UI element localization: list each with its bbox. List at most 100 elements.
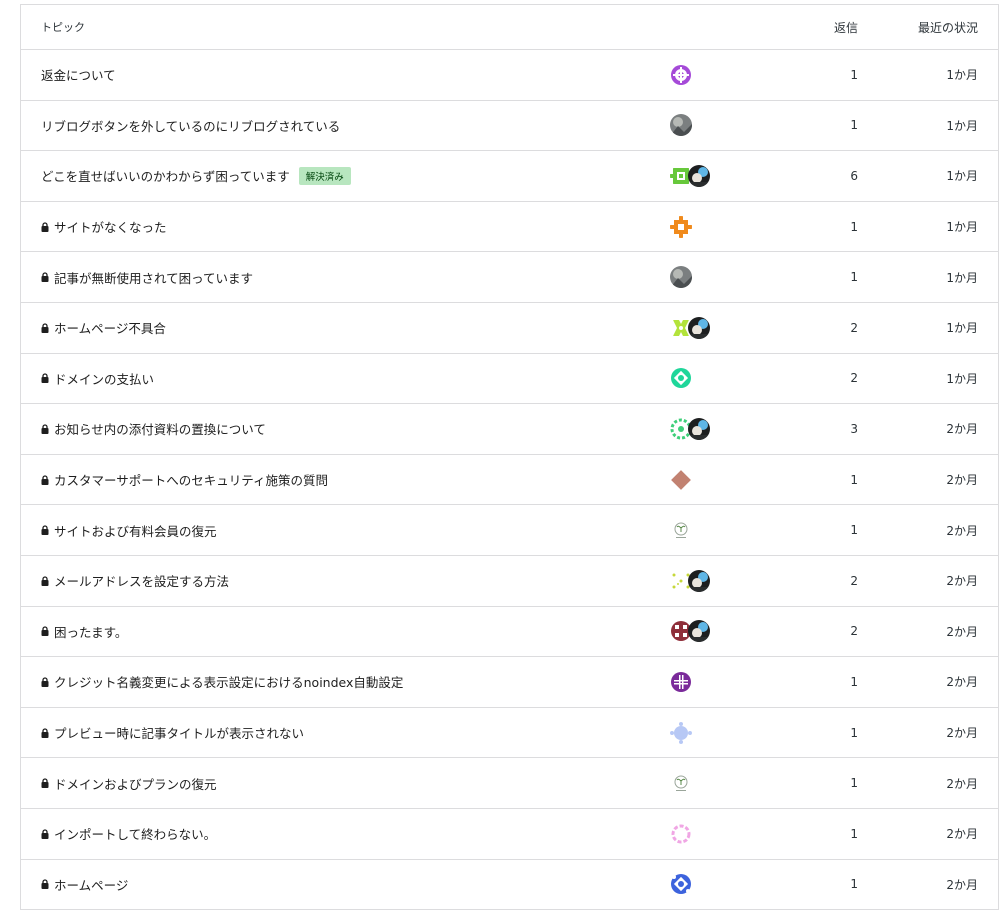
avatar[interactable] bbox=[670, 873, 692, 895]
avatar[interactable] bbox=[688, 620, 710, 642]
avatar[interactable] bbox=[670, 823, 692, 845]
topic-row[interactable]: お知らせ内の添付資料の置換について32か月 bbox=[21, 404, 998, 455]
reply-count: 1 bbox=[758, 68, 858, 82]
topic-row[interactable]: ドメインおよびプランの復元 12か月 bbox=[21, 758, 998, 809]
avatar[interactable] bbox=[670, 722, 692, 744]
topic-row[interactable]: サイトがなくなった 11か月 bbox=[21, 202, 998, 253]
topic-row[interactable]: クレジット名義変更による表示設定におけるnoindex自動設定 12か月 bbox=[21, 657, 998, 708]
last-activity[interactable]: 1か月 bbox=[858, 117, 998, 134]
topic-row[interactable]: 返金について 11か月 bbox=[21, 50, 998, 101]
topic-row[interactable]: 困ったます。22か月 bbox=[21, 607, 998, 658]
reply-count: 1 bbox=[758, 220, 858, 234]
participants-cell bbox=[670, 114, 758, 136]
topic-cell: ドメインおよびプランの復元 bbox=[21, 774, 670, 793]
avatar[interactable] bbox=[670, 671, 692, 693]
topic-title-link[interactable]: 記事が無断使用されて困っています bbox=[54, 268, 253, 287]
avatar[interactable] bbox=[670, 367, 692, 389]
topic-cell: 返金について bbox=[21, 65, 670, 84]
topic-cell: メールアドレスを設定する方法 bbox=[21, 571, 670, 590]
topic-title-link[interactable]: メールアドレスを設定する方法 bbox=[54, 571, 229, 590]
topic-row[interactable]: ホームページ不具合 21か月 bbox=[21, 303, 998, 354]
topic-row[interactable]: メールアドレスを設定する方法22か月 bbox=[21, 556, 998, 607]
last-activity[interactable]: 2か月 bbox=[858, 876, 998, 893]
topic-cell: リブログボタンを外しているのにリブログされている bbox=[21, 116, 670, 135]
topic-cell: カスタマーサポートへのセキュリティ施策の質問 bbox=[21, 470, 670, 489]
topic-row[interactable]: カスタマーサポートへのセキュリティ施策の質問12か月 bbox=[21, 455, 998, 506]
avatar[interactable] bbox=[670, 519, 692, 541]
avatar[interactable] bbox=[670, 772, 692, 794]
topic-title-link[interactable]: お知らせ内の添付資料の置換について bbox=[54, 419, 266, 438]
reply-count: 1 bbox=[758, 523, 858, 537]
topic-title-link[interactable]: ホームページ bbox=[54, 875, 128, 894]
avatar[interactable] bbox=[688, 165, 710, 187]
lock-icon bbox=[41, 525, 49, 535]
topic-row[interactable]: ホームページ12か月 bbox=[21, 860, 998, 910]
topic-cell: サイトおよび有料会員の復元 bbox=[21, 521, 670, 540]
header-topic: トピック bbox=[21, 19, 670, 35]
topic-title-link[interactable]: ドメインの支払い bbox=[54, 369, 154, 388]
avatar[interactable] bbox=[670, 469, 692, 491]
avatar[interactable] bbox=[670, 266, 692, 288]
reply-count: 1 bbox=[758, 776, 858, 790]
topic-title-link[interactable]: インポートして終わらない。 bbox=[54, 824, 216, 843]
reply-count: 1 bbox=[758, 675, 858, 689]
reply-count: 2 bbox=[758, 371, 858, 385]
last-activity[interactable]: 2か月 bbox=[858, 471, 998, 488]
topic-title-link[interactable]: リブログボタンを外しているのにリブログされている bbox=[41, 116, 340, 135]
header-activity: 最近の状況 bbox=[858, 19, 998, 36]
lock-icon bbox=[41, 475, 49, 485]
topic-row[interactable]: インポートして終わらない。12か月 bbox=[21, 809, 998, 860]
avatar[interactable] bbox=[670, 64, 692, 86]
last-activity[interactable]: 1か月 bbox=[858, 269, 998, 286]
last-activity[interactable]: 1か月 bbox=[858, 319, 998, 336]
reply-count: 6 bbox=[758, 169, 858, 183]
avatar[interactable] bbox=[688, 317, 710, 339]
topic-cell: ホームページ不具合 bbox=[21, 318, 670, 337]
lock-icon bbox=[41, 323, 49, 333]
topic-row[interactable]: サイトおよび有料会員の復元 12か月 bbox=[21, 505, 998, 556]
last-activity[interactable]: 2か月 bbox=[858, 825, 998, 842]
avatar[interactable] bbox=[670, 216, 692, 238]
last-activity[interactable]: 1か月 bbox=[858, 167, 998, 184]
topic-title-link[interactable]: サイトおよび有料会員の復元 bbox=[54, 521, 217, 540]
topic-title-link[interactable]: プレビュー時に記事タイトルが表示されない bbox=[54, 723, 304, 742]
topic-title-link[interactable]: 困ったます。 bbox=[54, 622, 127, 641]
last-activity[interactable]: 1か月 bbox=[858, 66, 998, 83]
topic-title-link[interactable]: ドメインおよびプランの復元 bbox=[54, 774, 217, 793]
lock-icon bbox=[41, 879, 49, 889]
topic-title-link[interactable]: カスタマーサポートへのセキュリティ施策の質問 bbox=[54, 470, 328, 489]
participants-cell bbox=[670, 772, 758, 794]
avatar[interactable] bbox=[670, 114, 692, 136]
topic-list: 返金について11か月リブログボタンを外しているのにリブログされている11か月どこ… bbox=[21, 50, 998, 910]
last-activity[interactable]: 2か月 bbox=[858, 623, 998, 640]
reply-count: 2 bbox=[758, 321, 858, 335]
participants-cell bbox=[670, 418, 758, 440]
topic-title-link[interactable]: サイトがなくなった bbox=[54, 217, 167, 236]
topic-row[interactable]: リブログボタンを外しているのにリブログされている11か月 bbox=[21, 101, 998, 152]
last-activity[interactable]: 2か月 bbox=[858, 775, 998, 792]
last-activity[interactable]: 2か月 bbox=[858, 522, 998, 539]
topic-title-link[interactable]: ホームページ不具合 bbox=[54, 318, 166, 337]
avatar[interactable] bbox=[688, 418, 710, 440]
last-activity[interactable]: 2か月 bbox=[858, 724, 998, 741]
topic-cell: 記事が無断使用されて困っています bbox=[21, 268, 670, 287]
avatar[interactable] bbox=[688, 570, 710, 592]
resolved-badge: 解決済み bbox=[299, 167, 351, 185]
topic-row[interactable]: ドメインの支払い 21か月 bbox=[21, 354, 998, 405]
last-activity[interactable]: 1か月 bbox=[858, 370, 998, 387]
topic-title-link[interactable]: どこを直せばいいのかわからず困っています bbox=[41, 166, 290, 185]
topic-row[interactable]: 記事が無断使用されて困っています11か月 bbox=[21, 252, 998, 303]
last-activity[interactable]: 1か月 bbox=[858, 218, 998, 235]
last-activity[interactable]: 2か月 bbox=[858, 572, 998, 589]
last-activity[interactable]: 2か月 bbox=[858, 420, 998, 437]
topics-table: トピック 返信 最近の状況 返金について11か月リブログボタンを外しているのにリ… bbox=[20, 4, 999, 910]
topic-cell: クレジット名義変更による表示設定におけるnoindex自動設定 bbox=[21, 672, 670, 691]
topic-title-link[interactable]: 返金について bbox=[41, 65, 116, 84]
last-activity[interactable]: 2か月 bbox=[858, 673, 998, 690]
lock-icon bbox=[41, 373, 49, 383]
topic-title-link[interactable]: クレジット名義変更による表示設定におけるnoindex自動設定 bbox=[54, 672, 403, 691]
topic-row[interactable]: プレビュー時に記事タイトルが表示されない12か月 bbox=[21, 708, 998, 759]
lock-icon bbox=[41, 272, 49, 282]
lock-icon bbox=[41, 677, 49, 687]
topic-row[interactable]: どこを直せばいいのかわからず困っています解決済み 61か月 bbox=[21, 151, 998, 202]
